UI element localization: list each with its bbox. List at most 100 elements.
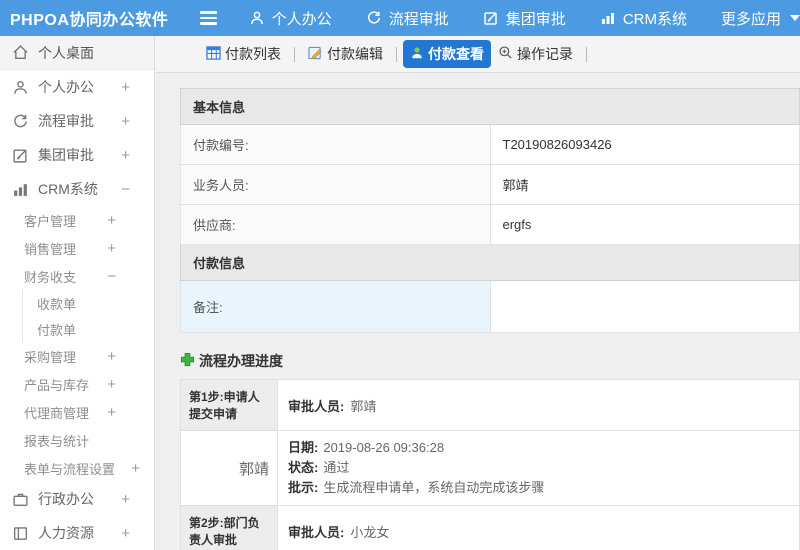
briefcase-icon xyxy=(12,491,29,508)
cycle-icon xyxy=(12,113,29,130)
edit-icon xyxy=(483,10,499,26)
sidebar-item-form-workflow-settings[interactable]: 表单与流程设置 + xyxy=(0,454,154,482)
chart-icon xyxy=(600,10,616,26)
status-label: 状态: xyxy=(288,460,319,475)
field-label-note: 备注: xyxy=(180,280,491,333)
step-approver-cell: 审批人员: 郭靖 xyxy=(277,379,800,431)
approver-name: 小龙女 xyxy=(350,524,390,540)
table-row: 付款编号: T20190826093426 xyxy=(180,124,800,165)
sidebar-item-admin-office[interactable]: 行政办公 + xyxy=(0,482,154,516)
tab-payment-view[interactable]: 付款查看 xyxy=(403,40,491,68)
tab-payment-list[interactable]: 付款列表 xyxy=(199,40,288,68)
tab-separator xyxy=(586,46,587,62)
sidebar: 个人桌面 个人办公 + 流程审批 + 集团审批 + CRM系统 − 客户管理 +… xyxy=(0,36,155,550)
expand-toggle[interactable]: + xyxy=(121,147,130,164)
expand-toggle[interactable]: + xyxy=(107,376,116,393)
chart-icon xyxy=(12,181,29,198)
section-header-payment-info: 付款信息 xyxy=(180,244,800,281)
step-approver-cell: 审批人员: 小龙女 xyxy=(277,505,800,550)
collapse-toggle[interactable]: − xyxy=(121,181,130,198)
table-row: 业务人员: 郭靖 xyxy=(180,164,800,205)
home-icon xyxy=(12,44,29,61)
expand-toggle[interactable]: + xyxy=(107,348,116,365)
nav-workflow-approval[interactable]: 流程审批 xyxy=(366,8,449,29)
person-view-icon xyxy=(410,46,424,63)
sidebar-item-payment-form[interactable]: 付款单 xyxy=(0,316,154,342)
process-steps-table: 第1步:申请人提交申请 审批人员: 郭靖 郭靖 日期: 2019-08-26 09:… xyxy=(180,379,800,550)
nav-group-approval[interactable]: 集团审批 xyxy=(483,8,566,29)
tab-bar: 付款列表 付款编辑 付款查看 操作记录 xyxy=(155,36,800,73)
process-progress-heading: 流程办理进度 xyxy=(180,351,800,371)
expand-toggle[interactable]: + xyxy=(107,212,116,229)
hamburger-menu-icon[interactable] xyxy=(196,7,221,29)
person-icon xyxy=(249,10,265,26)
sidebar-item-product-inventory[interactable]: 产品与库存 + xyxy=(0,370,154,398)
sidebar-item-workflow-approval[interactable]: 流程审批 + xyxy=(0,104,154,138)
approver-label: 审批人员: xyxy=(288,524,345,540)
caret-down-icon xyxy=(790,15,800,21)
field-value-payment-no: T20190826093426 xyxy=(489,124,800,165)
nav-more-apps[interactable]: 更多应用 xyxy=(721,8,800,29)
person-icon xyxy=(12,79,29,96)
table-row: 供应商: ergfs xyxy=(180,204,800,245)
topbar: PHPOA协同办公软件 个人办公 流程审批 集团审批 CRM系统 更多应用 xyxy=(0,0,800,36)
green-plus-icon xyxy=(180,352,195,370)
approver-label: 审批人员: xyxy=(288,398,345,414)
sidebar-item-sales-mgmt[interactable]: 销售管理 + xyxy=(0,234,154,262)
field-value-supplier: ergfs xyxy=(489,204,800,245)
tab-separator xyxy=(294,46,295,62)
sidebar-item-desktop[interactable]: 个人桌面 xyxy=(0,36,154,70)
approver-name: 郭靖 xyxy=(350,398,377,414)
field-value-note xyxy=(489,280,800,333)
step-detail-row: 郭靖 日期: 2019-08-26 09:36:28 状态: 通过 批示: 生成流程申… xyxy=(180,430,800,506)
step-actor-name: 郭靖 xyxy=(180,430,278,506)
sidebar-item-finance[interactable]: 财务收支 − xyxy=(0,262,154,290)
edit-icon xyxy=(12,147,29,164)
status-value: 通过 xyxy=(323,460,350,475)
field-label-payment-no: 付款编号: xyxy=(180,124,491,165)
nav-crm-system[interactable]: CRM系统 xyxy=(600,8,687,29)
content-panel: 基本信息 付款编号: T20190826093426 业务人员: 郭靖 供应商:… xyxy=(155,73,800,550)
nav-personal-office[interactable]: 个人办公 xyxy=(249,8,332,29)
step-header-row: 第1步:申请人提交申请 审批人员: 郭靖 xyxy=(180,379,800,431)
magnifier-plus-icon xyxy=(498,45,513,63)
sidebar-item-human-resources[interactable]: 人力资源 + xyxy=(0,516,154,550)
table-icon xyxy=(206,45,221,63)
step-title: 第1步:申请人提交申请 xyxy=(180,379,278,431)
step-header-row: 第2步:部门负责人审批 审批人员: 小龙女 xyxy=(180,505,800,550)
book-icon xyxy=(12,525,29,542)
sidebar-item-personal-office[interactable]: 个人办公 + xyxy=(0,70,154,104)
table-row: 备注: xyxy=(180,280,800,333)
app-logo: PHPOA协同办公软件 xyxy=(10,12,169,29)
expand-toggle[interactable]: + xyxy=(121,79,130,96)
expand-toggle[interactable]: + xyxy=(121,491,130,508)
comment-value: 生成流程申请单，系统自动完成该步骤 xyxy=(323,480,545,495)
field-label-supplier: 供应商: xyxy=(180,204,491,245)
sidebar-item-agent-mgmt[interactable]: 代理商管理 + xyxy=(0,398,154,426)
expand-toggle[interactable]: + xyxy=(107,240,116,257)
expand-toggle[interactable]: + xyxy=(131,460,140,477)
date-label: 日期: xyxy=(288,440,319,455)
expand-toggle[interactable]: + xyxy=(107,404,116,421)
section-header-basic-info: 基本信息 xyxy=(180,88,800,125)
collapse-toggle[interactable]: − xyxy=(107,268,116,285)
sidebar-item-group-approval[interactable]: 集团审批 + xyxy=(0,138,154,172)
tab-separator xyxy=(396,46,397,62)
field-label-business-person: 业务人员: xyxy=(180,164,491,205)
main-area: 付款列表 付款编辑 付款查看 操作记录 基本信息 付款编号: T20190826… xyxy=(155,36,800,550)
step-title: 第2步:部门负责人审批 xyxy=(180,505,278,550)
sidebar-item-reports-stats[interactable]: 报表与统计 xyxy=(0,426,154,454)
expand-toggle[interactable]: + xyxy=(121,525,130,542)
sidebar-item-receipt-form[interactable]: 收款单 xyxy=(0,290,154,316)
date-value: 2019-08-26 09:36:28 xyxy=(323,440,445,455)
sidebar-item-crm-system[interactable]: CRM系统 − xyxy=(0,172,154,206)
sidebar-item-customer-mgmt[interactable]: 客户管理 + xyxy=(0,206,154,234)
sidebar-item-purchase-mgmt[interactable]: 采购管理 + xyxy=(0,342,154,370)
step-detail-cell: 日期: 2019-08-26 09:36:28 状态: 通过 批示: 生成流程申请单，… xyxy=(277,430,800,506)
comment-label: 批示: xyxy=(288,480,319,495)
tab-payment-edit[interactable]: 付款编辑 xyxy=(301,40,390,68)
field-value-business-person: 郭靖 xyxy=(489,164,800,205)
tab-operation-log[interactable]: 操作记录 xyxy=(491,40,580,68)
cycle-icon xyxy=(366,10,382,26)
expand-toggle[interactable]: + xyxy=(121,113,130,130)
